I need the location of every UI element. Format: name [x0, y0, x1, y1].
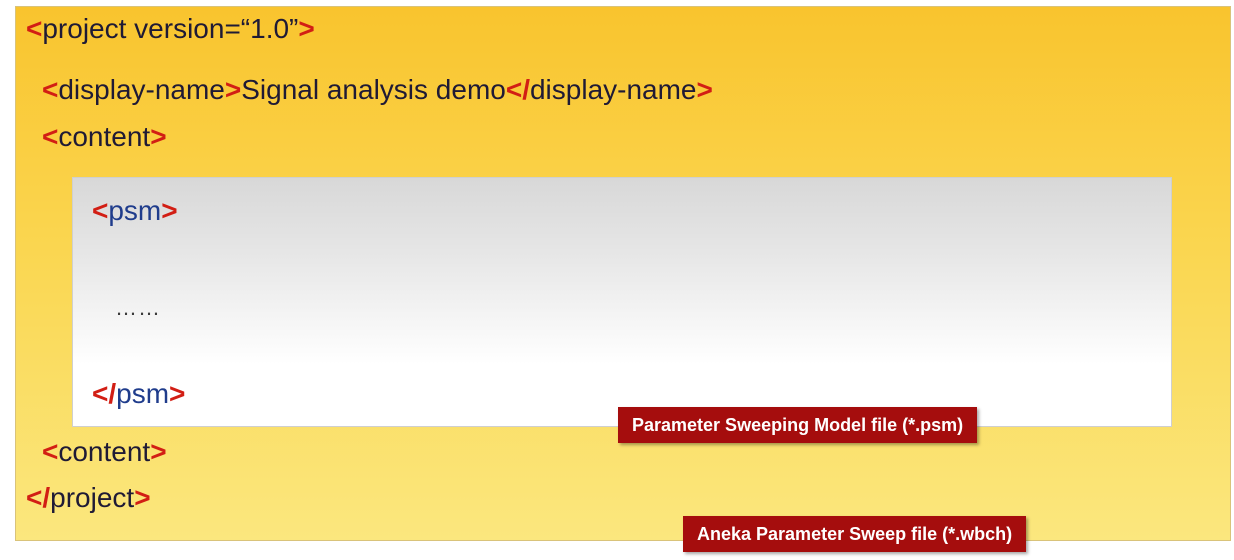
- tag-name: psm: [116, 378, 170, 409]
- bracket: >: [298, 13, 315, 44]
- bracket: >: [696, 74, 713, 105]
- bracket: </: [26, 482, 51, 513]
- bracket: >: [150, 121, 167, 152]
- bracket: </: [505, 74, 530, 105]
- display-name-text: Signal analysis demo: [241, 74, 506, 105]
- tag-name: content: [58, 436, 151, 467]
- bracket: >: [134, 482, 151, 513]
- project-close-tag: </project>: [26, 481, 151, 515]
- tag-name: project: [50, 482, 135, 513]
- psm-file-label: Parameter Sweeping Model file (*.psm): [618, 407, 978, 443]
- bracket: >: [224, 74, 242, 105]
- project-open-tag: <project version=“1.0”>: [26, 12, 315, 46]
- bracket: <: [42, 436, 59, 467]
- psm-open-tag: <psm>: [92, 194, 178, 228]
- display-name-line: <display-name>Signal analysis demo</disp…: [42, 73, 713, 107]
- bracket: </: [92, 378, 117, 409]
- content-close-tag: <content>: [42, 435, 167, 469]
- bracket: >: [150, 436, 167, 467]
- bracket: >: [161, 195, 178, 226]
- content-open-tag: <content>: [42, 120, 167, 154]
- psm-content-box: [72, 177, 1172, 427]
- tag-name: psm: [108, 195, 162, 226]
- wbch-file-label: Aneka Parameter Sweep file (*.wbch): [683, 516, 1027, 552]
- tag-name: content: [58, 121, 151, 152]
- tag-name: display-name: [58, 74, 225, 105]
- tag-name: display-name: [529, 74, 697, 105]
- bracket: <: [42, 74, 59, 105]
- bracket: <: [26, 13, 43, 44]
- bracket: <: [92, 195, 109, 226]
- bracket: >: [169, 378, 186, 409]
- tag-name: project version=“1.0”: [42, 13, 299, 44]
- omitted-content-ellipsis: ……: [115, 295, 161, 320]
- psm-close-tag: </psm>: [92, 377, 185, 411]
- bracket: <: [42, 121, 59, 152]
